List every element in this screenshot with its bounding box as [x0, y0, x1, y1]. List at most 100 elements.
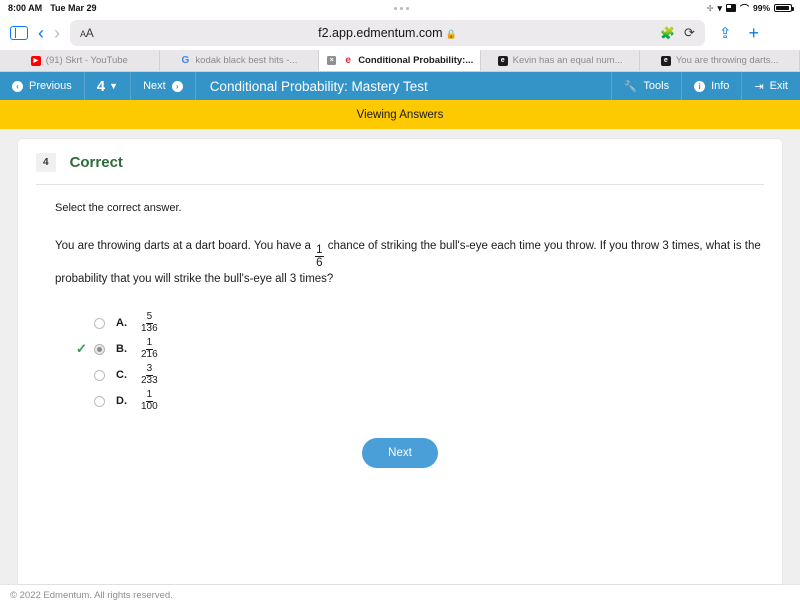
url-text: f2.app.edmentum.com: [318, 26, 443, 40]
option-letter: A.: [116, 317, 127, 330]
exit-label: Exit: [769, 80, 788, 92]
wrench-icon: 🔧: [623, 80, 638, 93]
edmentum-icon: e: [345, 55, 351, 66]
tab-title: Conditional Probability:...: [358, 55, 474, 66]
chevron-right-icon[interactable]: ›: [54, 24, 60, 42]
question-instruction: Select the correct answer.: [55, 202, 182, 214]
info-circle-icon: i: [694, 80, 706, 92]
info-label: Info: [711, 80, 730, 92]
browser-tab[interactable]: e You are throwing darts...: [640, 50, 800, 71]
fraction-denominator: 216: [141, 348, 158, 360]
fraction-denominator: 100: [141, 400, 158, 412]
option-letter: B.: [116, 343, 127, 356]
exit-button[interactable]: ⇥ Exit: [741, 72, 800, 100]
next-nav-button[interactable]: Next ›: [131, 72, 196, 100]
radio-button[interactable]: [94, 369, 105, 381]
tools-label: Tools: [643, 80, 670, 92]
url-display: f2.app.edmentum.com 🔒: [70, 26, 705, 40]
youtube-icon: ▶: [30, 55, 41, 66]
answer-options: A. 5 136 ✓ B. 1 216 C. 3 233 D. 1 100: [36, 290, 764, 414]
answer-option-selected[interactable]: ✓ B. 1 216: [76, 336, 764, 362]
option-fraction: 1 216: [141, 338, 158, 360]
previous-label: Previous: [29, 80, 72, 92]
copyright-text: © 2022 Edmentum. All rights reserved.: [10, 590, 173, 600]
fraction-denominator: 136: [141, 322, 158, 334]
location-icon: ✣: [706, 3, 714, 13]
share-icon[interactable]: ⇪: [719, 24, 732, 42]
next-button-container: Next: [36, 414, 764, 469]
viewing-answers-banner: Viewing Answers: [0, 100, 800, 129]
dot-icon: [400, 6, 404, 10]
inline-fraction: 16: [315, 244, 324, 270]
page-number-selector[interactable]: 4 ▼: [85, 72, 132, 100]
radio-button[interactable]: [94, 395, 105, 407]
previous-button[interactable]: ‹ Previous: [0, 72, 85, 100]
edmentum-dark-icon: e: [497, 55, 508, 66]
answer-option[interactable]: D. 1 100: [76, 388, 764, 414]
tab-title: You are throwing darts...: [675, 55, 779, 66]
toolbar-trailing-actions: ⇪ +: [715, 24, 790, 42]
address-bar[interactable]: AAAA f2.app.edmentum.com🔒 🧩 ⟳: [70, 20, 705, 46]
radio-button-selected[interactable]: [94, 343, 105, 355]
tab-title: Kevin has an equal num...: [512, 55, 623, 66]
battery-percent: 99%: [752, 3, 770, 13]
browser-tab[interactable]: G kodak black best hits -...: [159, 50, 320, 71]
browser-tab-active[interactable]: × e Conditional Probability:...: [319, 50, 481, 71]
wifi-icon: ▾: [717, 2, 722, 13]
status-bar-right: ✣ ▾ ⌒ 99%: [706, 2, 794, 15]
question-card: 4 Correct Select the correct answer. You…: [18, 139, 782, 584]
status-bar-dots: [97, 6, 707, 10]
tab-title: (91) Skrt - YouTube: [45, 55, 128, 66]
fraction-numerator: 1: [315, 244, 324, 258]
option-fraction: 1 100: [141, 390, 158, 412]
tab-title: kodak black best hits -...: [195, 55, 298, 66]
tab-strip: ▶ (91) Skrt - YouTube G kodak black best…: [0, 50, 800, 72]
next-question-button[interactable]: Next: [362, 438, 438, 469]
google-icon: G: [181, 55, 190, 66]
fraction-denominator: 6: [316, 257, 323, 270]
correct-check-icon: ✓: [76, 341, 87, 357]
answer-option[interactable]: C. 3 233: [76, 362, 764, 388]
tools-button[interactable]: 🔧 Tools: [610, 72, 681, 100]
question-text: You are throwing darts at a dart board. …: [36, 214, 764, 290]
option-fraction: 3 233: [141, 364, 158, 386]
headphones-icon: ⌒: [739, 3, 749, 14]
close-icon[interactable]: ×: [327, 56, 337, 65]
question-number-badge: 4: [36, 153, 56, 172]
info-button[interactable]: i Info: [681, 72, 741, 100]
tab-grid-icon[interactable]: [776, 26, 790, 40]
battery-icon: [774, 4, 794, 12]
assessment-navbar: ‹ Previous 4 ▼ Next › Conditional Probab…: [0, 72, 800, 100]
page-body: 4 Correct Select the correct answer. You…: [0, 129, 800, 584]
banner-text: Viewing Answers: [356, 108, 444, 121]
browser-tab[interactable]: ▶ (91) Skrt - YouTube: [0, 50, 160, 71]
answer-option[interactable]: A. 5 136: [76, 310, 764, 336]
ios-status-bar: 8:00 AM Tue Mar 29 ✣ ▾ ⌒ 99%: [0, 0, 800, 16]
option-letter: C.: [116, 369, 127, 382]
status-bar-time: 8:00 AM: [8, 3, 43, 13]
navbar-actions: 🔧 Tools i Info ⇥ Exit: [610, 72, 800, 100]
chevron-left-icon[interactable]: ‹: [38, 24, 44, 42]
status-bar-left: 8:00 AM Tue Mar 29: [8, 3, 97, 13]
lock-icon: 🔒: [445, 29, 457, 39]
chevron-down-icon: ▼: [109, 81, 119, 91]
page-title: Conditional Probability: Mastery Test: [209, 78, 428, 94]
sidebar-icon[interactable]: [10, 26, 28, 40]
dot-icon: [406, 6, 410, 10]
plus-icon[interactable]: +: [748, 24, 759, 42]
exit-icon: ⇥: [754, 80, 764, 93]
arrow-left-circle-icon: ‹: [12, 80, 23, 92]
status-badge: Correct: [69, 154, 123, 171]
browser-toolbar: ‹ › AAAA f2.app.edmentum.com🔒 🧩 ⟳ ⇪ +: [0, 16, 800, 50]
radio-button[interactable]: [94, 317, 105, 329]
question-header: 4 Correct: [36, 153, 764, 185]
arrow-right-circle-icon: ›: [171, 80, 183, 92]
fraction-denominator: 233: [141, 374, 158, 386]
edmentum-dark-icon: e: [660, 55, 671, 66]
browser-tab[interactable]: e Kevin has an equal num...: [480, 50, 641, 71]
page-footer: © 2022 Edmentum. All rights reserved.: [0, 584, 800, 600]
next-label: Next: [143, 80, 166, 92]
option-fraction: 5 136: [141, 312, 158, 334]
screen-mirror-icon: [725, 4, 736, 12]
status-bar-date: Tue Mar 29: [50, 3, 97, 13]
